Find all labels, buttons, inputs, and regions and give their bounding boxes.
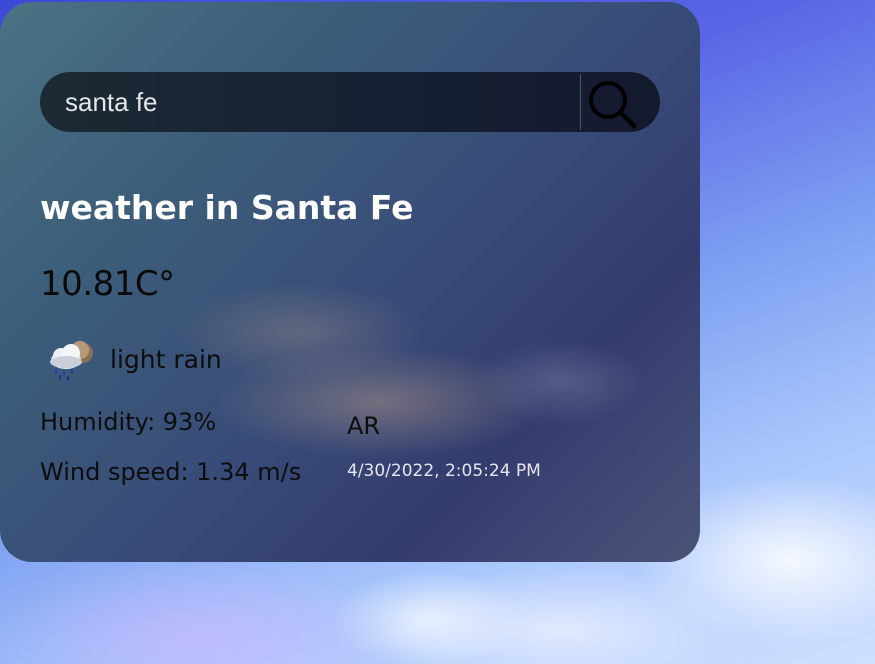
city-title: weather in Santa Fe — [40, 188, 414, 227]
humidity: Humidity: 93% — [40, 408, 217, 436]
search-input[interactable] — [40, 72, 580, 132]
country-code: AR — [347, 412, 381, 440]
light-rain-icon — [50, 341, 93, 381]
condition-description: light rain — [110, 345, 222, 374]
wind-speed: Wind speed: 1.34 m/s — [40, 458, 302, 486]
search-button[interactable] — [581, 72, 660, 132]
search-bar — [40, 72, 660, 132]
temperature: 10.81C° — [40, 264, 175, 304]
weather-card: weather in Santa Fe 10.81C° light rain H… — [0, 2, 700, 562]
local-datetime: 4/30/2022, 2:05:24 PM — [347, 461, 541, 481]
search-icon — [589, 81, 637, 129]
